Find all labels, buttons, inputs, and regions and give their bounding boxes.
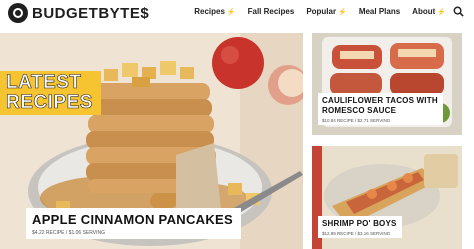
nav-item-recipes[interactable]: Recipes ⚡ (194, 7, 235, 16)
tag-line-1: LATEST (6, 72, 82, 93)
recipe-card-cost: $10.84 RECIPE / $2.71 SERVING (322, 118, 391, 123)
coin-logo-icon (8, 3, 28, 23)
nav-item-fall-recipes[interactable]: Fall Recipes (248, 7, 295, 16)
nav-label: Recipes (194, 7, 225, 16)
featured-recipe-title[interactable]: APPLE CINNAMON PANCAKES (32, 212, 233, 227)
bolt-icon: ⚡ (338, 8, 347, 16)
latest-recipes-tag: LATEST RECIPES (0, 71, 101, 115)
recipe-card-title[interactable]: CAULIFLOWER TACOS WITH ROMESCO SAUCE (322, 96, 438, 116)
main-nav: Recipes ⚡ Fall Recipes Popular ⚡ Meal Pl… (182, 7, 446, 16)
recipe-card-cost: $12.89 RECIPE / $3.16 SERVING (322, 231, 391, 236)
recipe-card-cauliflower-tacos[interactable]: CAULIFLOWER TACOS WITH ROMESCO SAUCE $10… (312, 33, 462, 135)
title-line: SHRIMP PO' BOYS (322, 219, 397, 228)
recipe-card-info: CAULIFLOWER TACOS WITH ROMESCO SAUCE $10… (318, 93, 443, 125)
nav-item-about[interactable]: About ⚡ (412, 7, 446, 16)
nav-label: About (412, 7, 436, 16)
nav-label: Fall Recipes (247, 7, 295, 16)
nav-item-meal-plans[interactable]: Meal Plans (359, 7, 400, 16)
site-header: BUDGETBYTE$ Recipes ⚡ Fall Recipes Popul… (0, 0, 474, 28)
featured-recipe-card[interactable]: APPLE CINNAMON PANCAKES $4.22 RECIPE / $… (26, 208, 241, 239)
bolt-icon: ⚡ (226, 8, 236, 16)
nav-item-popular[interactable]: Popular ⚡ (306, 7, 347, 16)
nav-label: Meal Plans (358, 7, 401, 16)
title-line: ROMESCO SAUCE (322, 106, 397, 115)
recipe-card-title[interactable]: SHRIMP PO' BOYS (322, 219, 397, 229)
search-icon[interactable] (453, 6, 464, 17)
logo-text: BUDGETBYTE$ (32, 4, 150, 22)
site-logo[interactable]: BUDGETBYTE$ (8, 3, 149, 23)
recipe-card-shrimp-po-boys[interactable]: SHRIMP PO' BOYS $12.89 RECIPE / $3.16 SE… (312, 146, 462, 249)
featured-recipe-cost: $4.22 RECIPE / $1.06 SERVING (32, 230, 106, 236)
title-line: CAULIFLOWER TACOS WITH (322, 96, 438, 105)
bolt-icon: ⚡ (437, 8, 446, 16)
tag-line-2: RECIPES (6, 92, 93, 113)
nav-label: Popular (306, 7, 337, 16)
recipe-card-info: SHRIMP PO' BOYS $12.89 RECIPE / $3.16 SE… (318, 216, 402, 238)
